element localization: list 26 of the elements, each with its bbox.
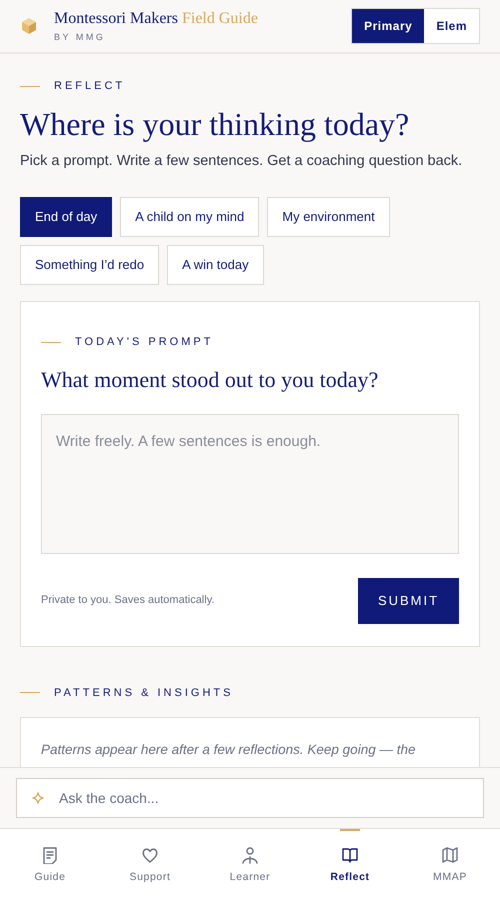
brand-subtitle: Field Guide xyxy=(182,9,258,30)
page-subtitle: Pick a prompt. Write a few sentences. Get a coaching question back. xyxy=(20,152,464,171)
cube-icon xyxy=(20,17,38,35)
prompt-chip[interactable]: Something I’d redo xyxy=(20,244,160,286)
level-tab[interactable]: Primary xyxy=(352,9,424,43)
card-eyebrow: TODAY'S PROMPT xyxy=(75,335,214,350)
privacy-note: Private to you. Saves automatically. xyxy=(41,593,214,608)
heart-icon xyxy=(141,846,159,864)
page-title: Where is your thinking today? xyxy=(20,104,410,143)
note-icon xyxy=(41,846,59,864)
section-eyebrow: REFLECT xyxy=(54,79,126,94)
person-icon xyxy=(241,846,259,864)
prompt-chip[interactable]: A win today xyxy=(167,244,264,286)
map-icon xyxy=(441,846,459,864)
coach-field[interactable]: Ask the coach... xyxy=(16,778,484,818)
book-icon xyxy=(341,846,359,864)
brand-name: Montessori Makers xyxy=(54,9,178,30)
section-eyebrow: PATTERNS & INSIGHTS xyxy=(54,686,234,701)
prompt-chip[interactable]: My environment xyxy=(267,196,390,237)
prompt-question: What moment stood out to you today? xyxy=(41,366,380,394)
submit-button[interactable]: SUBMIT xyxy=(358,578,459,624)
insights-text: Patterns appear here after a few reflections. Keep going — the xyxy=(41,741,416,760)
byline: BY MMG xyxy=(54,31,106,44)
prompt-chip[interactable]: End of day xyxy=(20,196,112,237)
reflection-field[interactable]: Write freely. A few sentences is enough. xyxy=(41,414,459,554)
prompt-chip[interactable]: A child on my mind xyxy=(120,196,260,237)
